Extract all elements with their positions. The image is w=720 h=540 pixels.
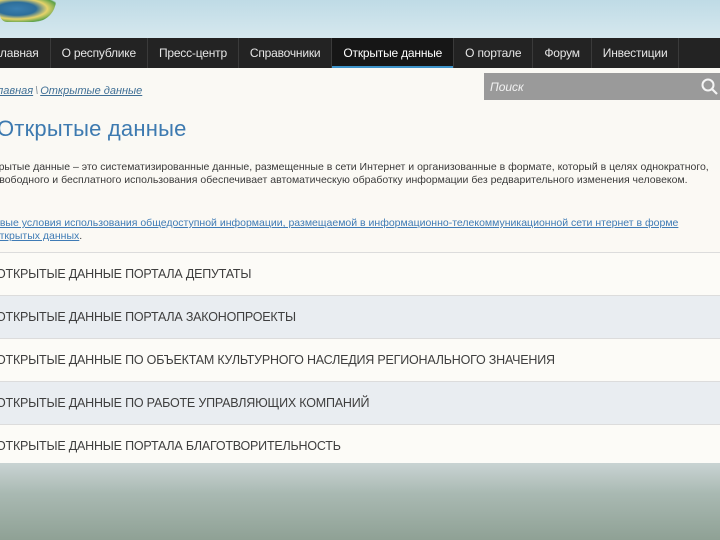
dataset-item-cultural-heritage[interactable]: ОТКРЫТЫЕ ДАННЫЕ ПО ОБЪЕКТАМ КУЛЬТУРНОГО …	[0, 338, 720, 381]
terms-paragraph: овые условия использования общедоступной…	[0, 217, 704, 243]
main-nav: главная О республике Пресс-центр Справоч…	[0, 38, 720, 68]
nav-item-investments[interactable]: Инвестиции	[592, 38, 680, 68]
nav-item-about-republic[interactable]: О республике	[51, 38, 148, 68]
search-icon[interactable]	[700, 78, 720, 96]
nav-item-about-portal[interactable]: О портале	[454, 38, 534, 68]
dataset-item-label: ОТКРЫТЫЕ ДАННЫЕ ПО ОБЪЕКТАМ КУЛЬТУРНОГО …	[0, 353, 555, 367]
dataset-item-label: ОТКРЫТЫЕ ДАННЫЕ ПОРТАЛА ЗАКОНОПРОЕКТЫ	[0, 310, 296, 324]
main-content: лавная\Открытые данные Открытые данные к…	[0, 68, 720, 467]
republic-emblem-logo[interactable]	[0, 0, 56, 22]
breadcrumb: лавная \ Открытые данные	[0, 85, 142, 97]
dataset-list: ОТКРЫТЫЕ ДАННЫЕ ПОРТАЛА ДЕПУТАТЫ ОТКРЫТЫ…	[0, 252, 720, 467]
dataset-item-management-companies[interactable]: ОТКРЫТЫЕ ДАННЫЕ ПО РАБОТЕ УПРАВЛЯЮЩИХ КО…	[0, 381, 720, 424]
dataset-item-label: ОТКРЫТЫЕ ДАННЫЕ ПОРТАЛА ДЕПУТАТЫ	[0, 267, 252, 281]
dataset-item-label: ОТКРЫТЫЕ ДАННЫЕ ПО РАБОТЕ УПРАВЛЯЮЩИХ КО…	[0, 396, 370, 410]
page-title: Открытые данные	[0, 116, 187, 141]
nav-item-home[interactable]: главная	[0, 38, 51, 68]
dataset-item-charity[interactable]: ОТКРЫТЫЕ ДАННЫЕ ПОРТАЛА БЛАГОТВОРИТЕЛЬНО…	[0, 424, 720, 467]
background-landscape	[0, 463, 720, 540]
terms-end-punctuation: .	[79, 230, 83, 242]
nav-item-directories[interactable]: Справочники	[239, 38, 333, 68]
nav-item-forum[interactable]: Форум	[533, 38, 592, 68]
search-input[interactable]	[484, 78, 692, 95]
terms-of-use-link[interactable]: овые условия использования общедоступной…	[0, 217, 678, 242]
breadcrumb-separator: \	[35, 85, 39, 97]
nav-item-press-center[interactable]: Пресс-центр	[148, 38, 239, 68]
dataset-item-label: ОТКРЫТЫЕ ДАННЫЕ ПОРТАЛА БЛАГОТВОРИТЕЛЬНО…	[0, 439, 341, 453]
page-description: крытые данные – это систематизированные …	[0, 161, 709, 186]
dataset-item-deputies[interactable]: ОТКРЫТЫЕ ДАННЫЕ ПОРТАЛА ДЕПУТАТЫ	[0, 252, 720, 295]
breadcrumb-current-link[interactable]: Открытые данные	[40, 85, 142, 97]
breadcrumb-home-link[interactable]: лавная	[0, 85, 33, 97]
site-header	[0, 0, 720, 38]
dataset-item-bills[interactable]: ОТКРЫТЫЕ ДАННЫЕ ПОРТАЛА ЗАКОНОПРОЕКТЫ	[0, 295, 720, 338]
nav-item-open-data[interactable]: Открытые данные	[332, 38, 455, 68]
search-box	[484, 73, 720, 100]
